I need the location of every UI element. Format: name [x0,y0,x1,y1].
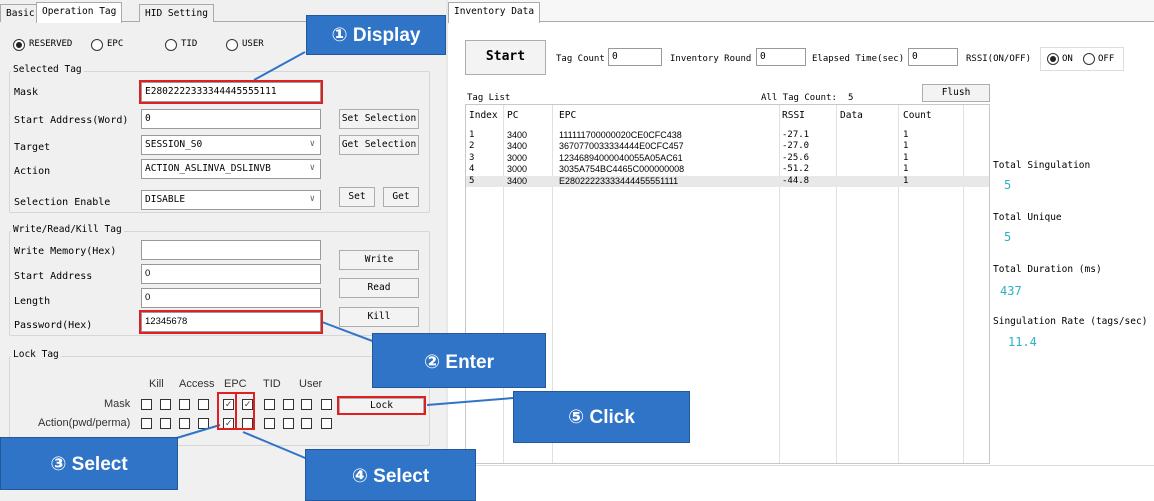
callout-select-4: ④ Select [305,449,476,501]
callout-click: ⑤ Click [513,391,690,443]
highlight-mask [139,80,323,104]
connector-click [426,397,514,406]
callout-enter: ② Enter [372,333,546,388]
highlight-select-3 [217,392,237,430]
callout-display: ① Display [306,15,446,55]
highlight-select-4 [235,392,255,430]
connector-display [253,51,306,81]
highlight-password [139,310,323,334]
highlight-lock-button [337,396,426,415]
callout-select-3: ③ Select [0,437,178,490]
connector-select4 [242,431,311,461]
